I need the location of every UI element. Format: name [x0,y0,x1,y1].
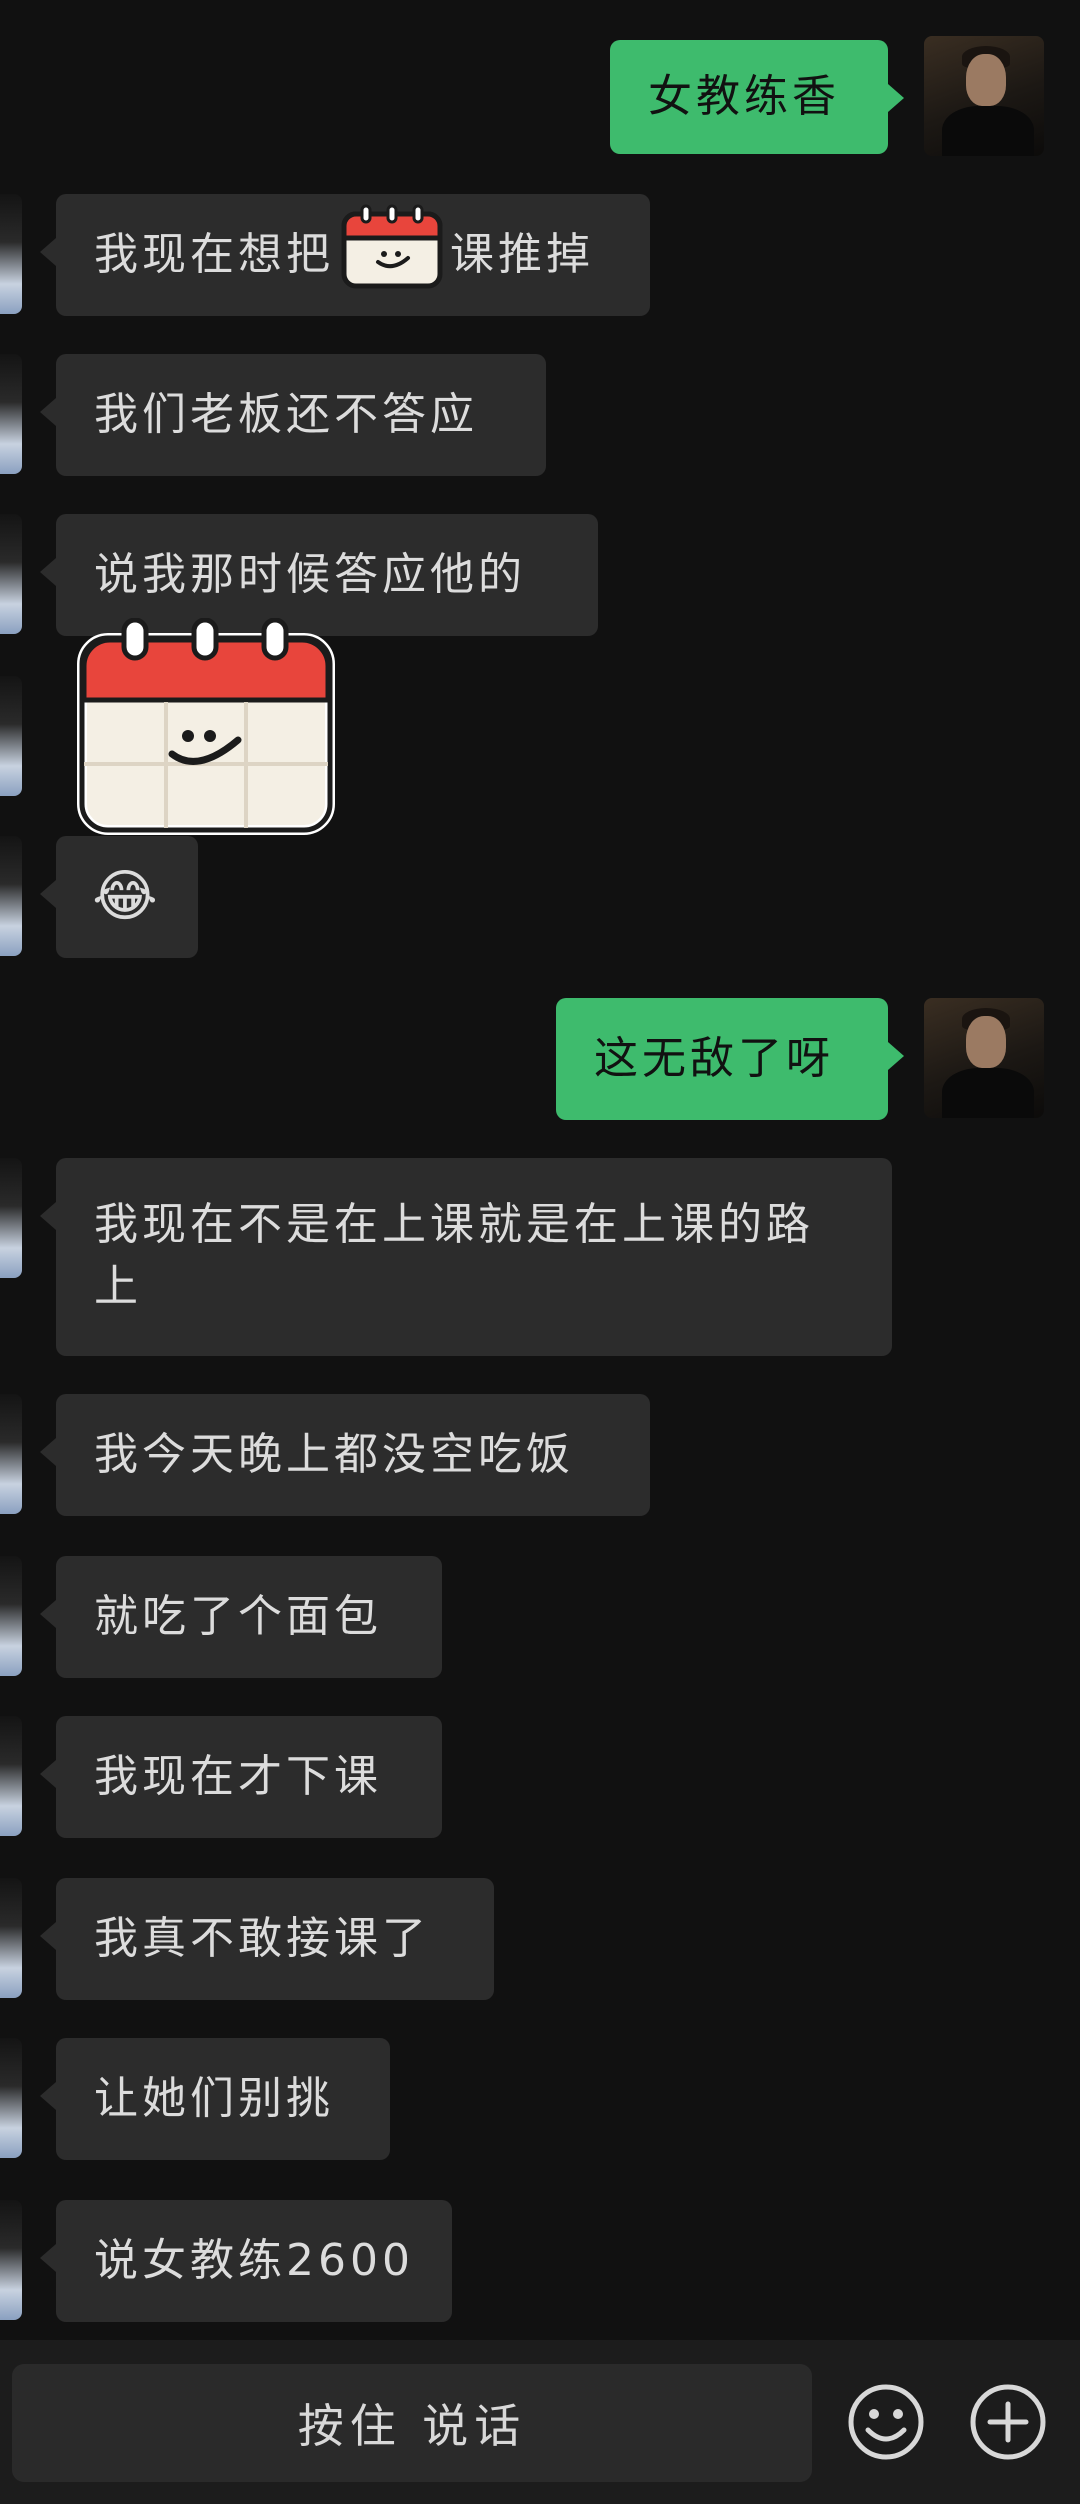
calendar-sticker[interactable] [76,617,336,842]
calendar-emoji-icon [340,204,444,307]
contact-avatar[interactable] [0,1158,22,1278]
contact-avatar[interactable] [0,1556,22,1676]
contact-avatar[interactable] [0,194,22,314]
message-text: 我现在才下课 [94,1751,382,1802]
plus-icon[interactable] [968,2382,1048,2462]
message-text: 让她们别挑 [94,2073,334,2124]
contact-avatar[interactable] [0,354,22,474]
contact-avatar[interactable] [0,836,22,956]
message-text: 这无敌了呀 [594,1033,834,1084]
message-bubble-incoming[interactable]: 说女教练2600 [40,2200,452,2322]
input-bar: 按住 说话 [0,2340,1080,2504]
message-text: 我真不敢接课了 [94,1913,430,1964]
message-bubble-incoming[interactable]: 我们老板还不答应 [40,354,546,476]
smiley-icon[interactable] [846,2382,926,2462]
message-bubble-incoming[interactable]: 我现在不是在上课就是在上课的路上 [40,1158,892,1356]
message-bubble-outgoing[interactable]: 这无敌了呀 [556,998,904,1120]
message-bubble-outgoing[interactable]: 女教练香 [610,40,904,154]
my-avatar[interactable] [924,998,1044,1118]
hold-to-talk-button[interactable]: 按住 说话 [12,2364,812,2482]
message-text: 说女教练2600 [94,2235,414,2286]
message-bubble-incoming[interactable]: 让她们别挑 [40,2038,390,2160]
message-bubble-incoming[interactable]: 我现在想把 课推掉 [40,194,650,316]
contact-avatar[interactable] [0,2200,22,2320]
message-text: 女教练香 [648,71,840,122]
message-bubble-incoming[interactable]: 我真不敢接课了 [40,1878,494,2000]
contact-avatar[interactable] [0,514,22,634]
contact-avatar[interactable] [0,1394,22,1514]
hold-to-talk-label: 按住 说话 [297,2399,527,2453]
message-bubble-incoming[interactable]: 我现在才下课 [40,1716,442,1838]
message-text: 我现在想把 [94,229,334,280]
contact-avatar[interactable] [0,1878,22,1998]
laughing-tears-emoji: 😂 [92,864,162,929]
message-text: 课推掉 [450,229,594,280]
message-bubble-incoming[interactable]: 就吃了个面包 [40,1556,442,1678]
my-avatar[interactable] [924,36,1044,156]
contact-avatar[interactable] [0,676,22,796]
message-text: 我们老板还不答应 [94,389,478,440]
message-bubble-incoming[interactable]: 😂 [40,836,198,958]
message-bubble-incoming[interactable]: 我今天晚上都没空吃饭 [40,1394,650,1516]
message-text: 我现在不是在上课就是在上课的路上 [94,1199,814,1312]
message-text: 我今天晚上都没空吃饭 [94,1429,574,1480]
contact-avatar[interactable] [0,2038,22,2158]
message-text: 就吃了个面包 [94,1591,382,1642]
message-text: 说我那时候答应他的 [94,549,526,600]
contact-avatar[interactable] [0,1716,22,1836]
